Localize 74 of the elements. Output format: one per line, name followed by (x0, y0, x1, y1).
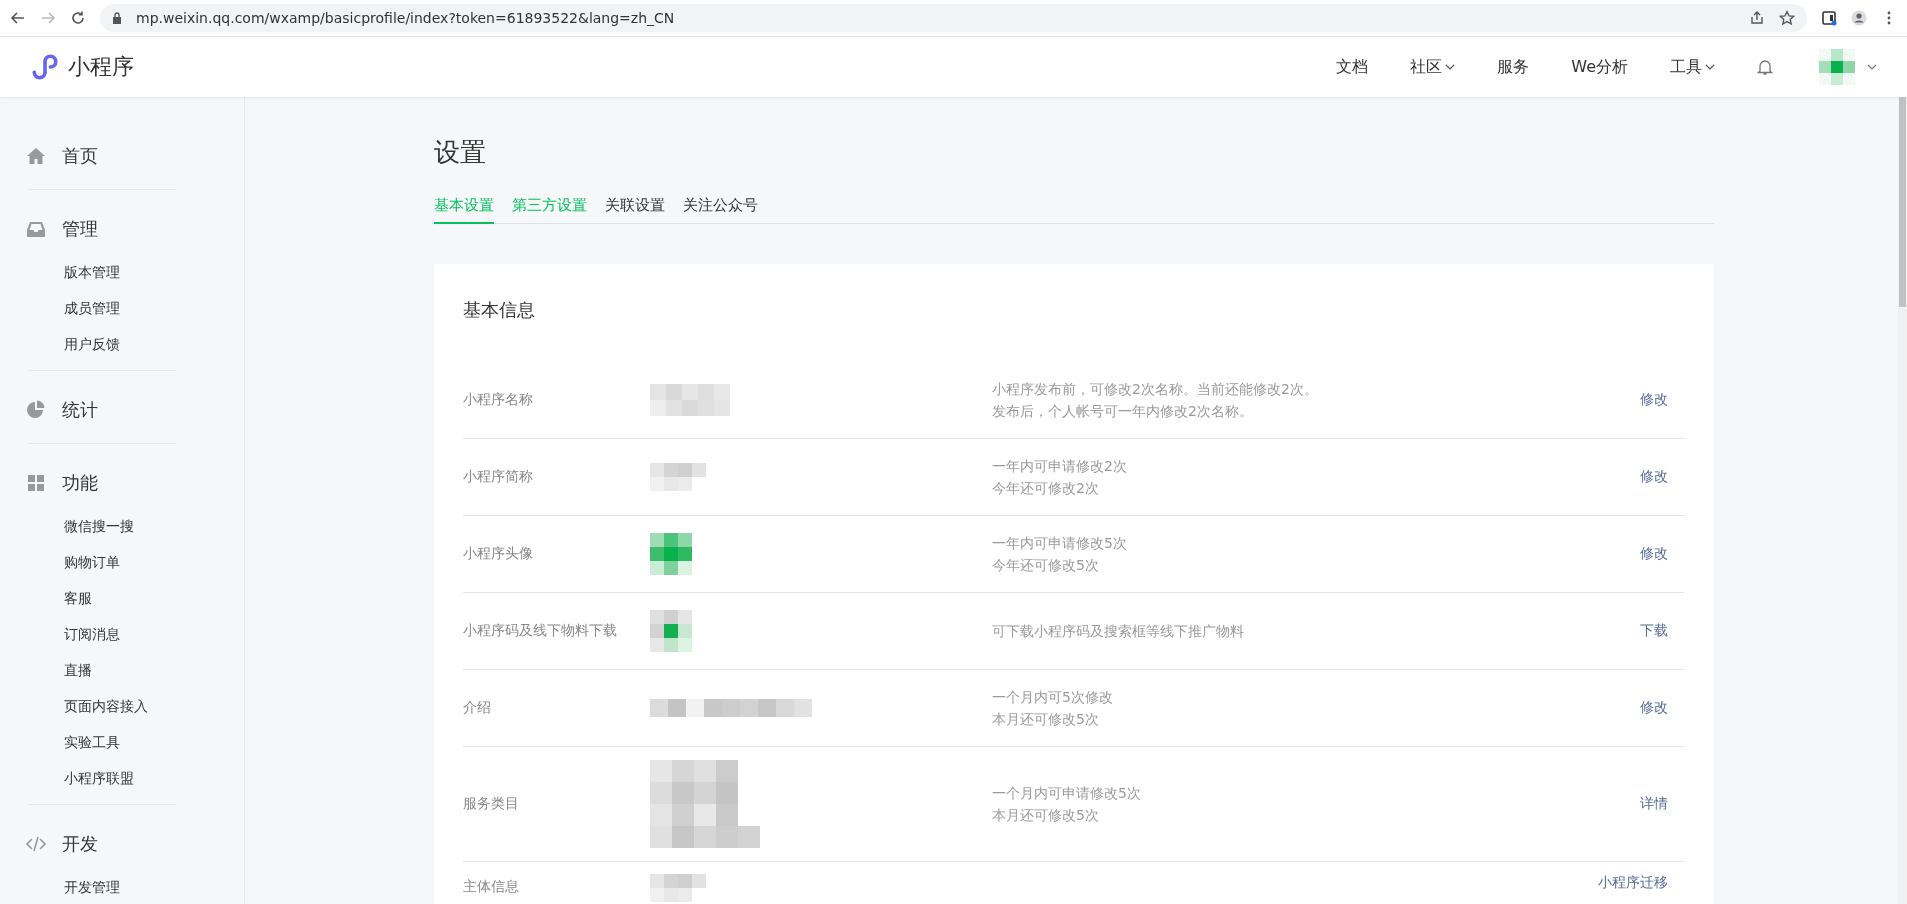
field-label: 小程序名称 (463, 391, 534, 409)
hint-text: 发布后，个人帐号可一年内修改2次名称。 (992, 402, 1254, 421)
hint-text: 今年还可修改5次 (992, 556, 1100, 575)
address-bar[interactable]: mp.weixin.qq.com/wxamp/basicprofile/index?token=61893522&lang=zh_CN (100, 4, 1807, 32)
sidebar-subitem[interactable]: 版本管理 (28, 254, 214, 290)
action-link[interactable]: 小程序迁移 (1598, 874, 1684, 892)
field-label: 小程序简称 (463, 468, 534, 486)
field-label: 小程序头像 (463, 545, 534, 563)
action-link[interactable]: 修改 (1640, 699, 1684, 717)
nav-link[interactable]: 文档 (1336, 56, 1369, 78)
extension-icon[interactable] (1821, 10, 1837, 26)
sidebar-item[interactable]: 统计 (62, 398, 98, 422)
sidebar-item[interactable]: 功能 (62, 471, 98, 495)
blurred-value (650, 610, 692, 652)
home-icon (26, 146, 46, 166)
sidebar-subitem[interactable]: 微信搜一搜 (28, 508, 214, 544)
hint-text: 本月还可修改5次 (992, 710, 1100, 729)
sidebar-item[interactable]: 管理 (62, 217, 98, 241)
profile-icon[interactable] (1851, 10, 1867, 26)
nav-link[interactable]: 服务 (1497, 56, 1530, 78)
sidebar-subitem[interactable]: 直播 (28, 652, 214, 688)
hint-text: 小程序发布前，可修改2次名称。当前还能修改2次。 (992, 380, 1319, 399)
hint-text: 一年内可申请修改5次 (992, 534, 1128, 553)
share-icon[interactable] (1749, 10, 1765, 26)
logo-icon[interactable] (30, 52, 60, 82)
blurred-value (650, 874, 706, 902)
action-link[interactable]: 详情 (1640, 795, 1684, 813)
avatar[interactable] (1819, 49, 1855, 85)
sidebar-item[interactable]: 首页 (62, 144, 98, 168)
blurred-value (650, 463, 706, 491)
sidebar-subitem[interactable]: 用户反馈 (28, 326, 214, 362)
sidebar-subitem[interactable]: 实验工具 (28, 724, 214, 760)
code-icon (26, 834, 46, 854)
hint-text: 今年还可修改2次 (992, 479, 1100, 498)
sidebar-subitem[interactable]: 开发管理 (28, 869, 214, 904)
nav-link[interactable]: 社区 (1410, 56, 1456, 78)
lock-icon (112, 12, 122, 24)
sidebar-subitem[interactable]: 客服 (28, 580, 214, 616)
field-label: 服务类目 (463, 795, 520, 813)
tab[interactable]: 关注公众号 (683, 190, 758, 224)
reload-icon[interactable] (70, 10, 86, 26)
hint-text: 可下载小程序码及搜索框等线下推广物料 (992, 622, 1245, 641)
action-link[interactable]: 修改 (1640, 391, 1684, 409)
blurred-value (650, 533, 692, 575)
logo-text[interactable]: 小程序 (68, 52, 134, 82)
hint-text: 本月还可修改5次 (992, 806, 1100, 825)
sidebar-subitem[interactable]: 订阅消息 (28, 616, 214, 652)
star-icon[interactable] (1779, 10, 1795, 26)
hint-text: 一个月内可5次修改 (992, 688, 1114, 707)
page-title: 设置 (434, 136, 487, 169)
hint-text: 一年内可申请修改2次 (992, 457, 1128, 476)
pie-icon (26, 400, 46, 420)
back-icon[interactable] (10, 10, 26, 26)
grid-icon (26, 473, 46, 493)
nav-link[interactable]: 工具 (1670, 56, 1715, 78)
sidebar-subitem[interactable]: 小程序联盟 (28, 760, 214, 796)
bell-icon[interactable] (1757, 58, 1773, 76)
inbox-icon (26, 219, 46, 239)
action-link[interactable]: 修改 (1640, 545, 1684, 563)
sidebar-item[interactable]: 开发 (62, 832, 98, 856)
field-label: 介绍 (463, 699, 492, 717)
hint-text: 一个月内可申请修改5次 (992, 784, 1142, 803)
section-title: 基本信息 (463, 298, 536, 322)
field-label: 主体信息 (463, 877, 520, 896)
caret-icon[interactable] (1867, 64, 1877, 70)
sidebar-subitem[interactable]: 成员管理 (28, 290, 214, 326)
sidebar-subitem[interactable]: 页面内容接入 (28, 688, 214, 724)
nav-link[interactable]: We分析 (1571, 56, 1628, 78)
scrollbar-thumb[interactable] (1899, 97, 1906, 307)
action-link[interactable]: 修改 (1640, 468, 1684, 486)
action-link[interactable]: 下载 (1640, 622, 1684, 640)
tab[interactable]: 关联设置 (605, 190, 665, 224)
sidebar-subitem[interactable]: 购物订单 (28, 544, 214, 580)
field-label: 小程序码及线下物料下载 (463, 622, 618, 640)
